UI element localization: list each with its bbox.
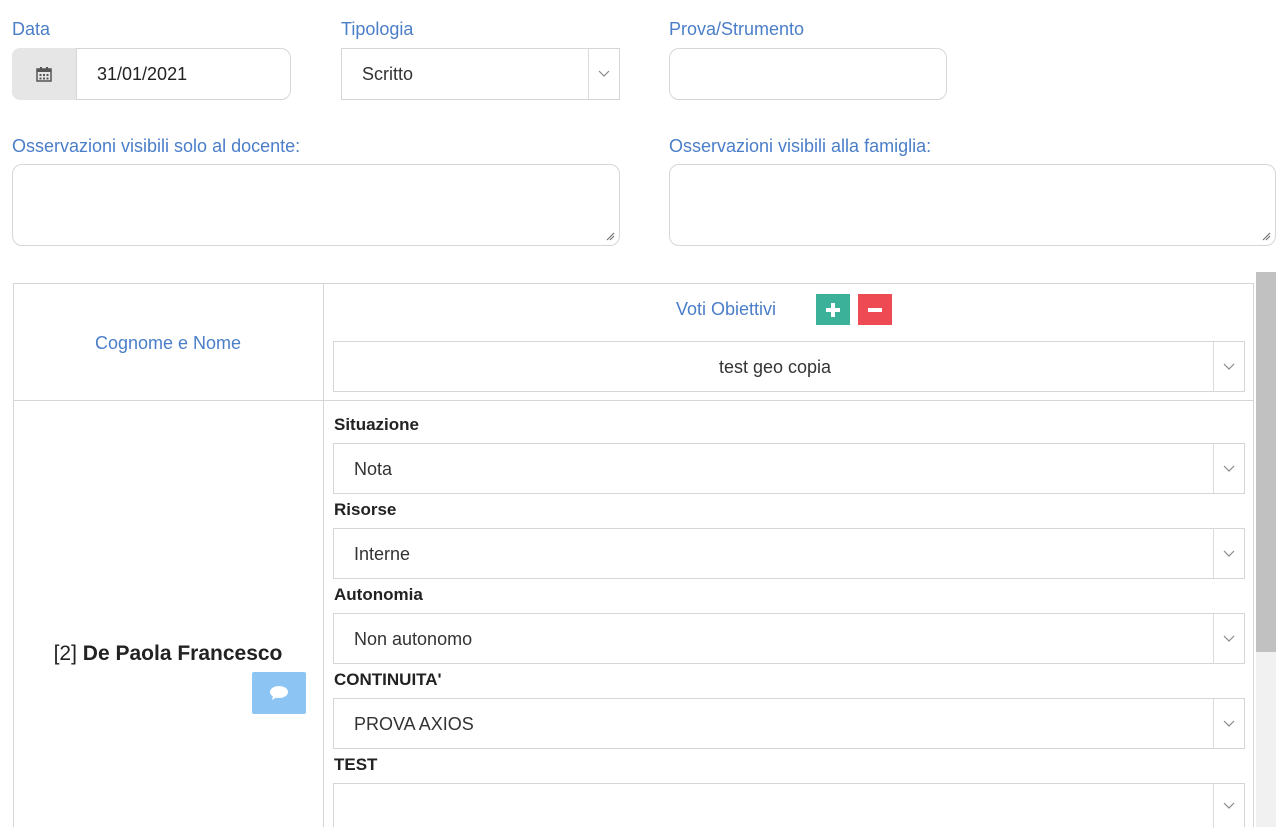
continuita-select[interactable]: PROVA AXIOS — [333, 698, 1245, 749]
calendar-button[interactable] — [12, 48, 76, 100]
student-name: De Paola Francesco — [82, 642, 283, 665]
date-input[interactable]: 31/01/2021 — [76, 48, 291, 100]
obs-docente-textarea[interactable] — [12, 164, 620, 246]
objective-select[interactable]: test geo copia — [333, 341, 1245, 392]
minus-icon — [868, 307, 882, 312]
autonomia-select[interactable]: Non autonomo — [333, 613, 1245, 664]
situazione-select[interactable]: Nota — [333, 443, 1245, 494]
prova-label: Prova/Strumento — [669, 19, 805, 39]
obs-docente-label: Osservazioni visibili solo al docente: — [12, 136, 301, 156]
autonomia-value: Non autonomo — [354, 629, 473, 649]
field-title-test: TEST — [334, 755, 378, 774]
chevron-down-icon — [588, 49, 619, 99]
calendar-icon — [36, 67, 52, 82]
field-title-risorse: Risorse — [334, 500, 397, 519]
data-label: Data — [12, 19, 51, 39]
obs-famiglia-textarea[interactable] — [669, 164, 1276, 246]
tipologia-label: Tipologia — [341, 19, 414, 39]
obs-famiglia-label: Osservazioni visibili alla famiglia: — [669, 136, 932, 156]
tipologia-select[interactable]: Scritto — [341, 48, 620, 100]
scrollbar-thumb[interactable] — [1256, 272, 1276, 652]
field-title-situazione: Situazione — [334, 415, 420, 434]
continuita-value: PROVA AXIOS — [354, 714, 474, 734]
risorse-select[interactable]: Interne — [333, 528, 1245, 579]
student-name-cell: [2] De Paola Francesco — [13, 642, 323, 666]
student-index: [2] — [53, 642, 77, 665]
objective-value: test geo copia — [718, 357, 832, 377]
tipologia-value: Scritto — [362, 64, 414, 84]
prova-input[interactable] — [669, 48, 947, 100]
resize-grip-icon[interactable] — [605, 231, 615, 241]
voti-obiettivi-header: Voti Obiettivi — [676, 299, 777, 319]
situazione-value: Nota — [354, 459, 393, 479]
comment-icon — [270, 686, 288, 700]
chevron-down-icon — [1213, 444, 1244, 493]
resize-grip-icon[interactable] — [1261, 231, 1271, 241]
add-objective-button[interactable] — [816, 294, 850, 325]
field-title-autonomia: Autonomia — [334, 585, 423, 604]
test-select[interactable] — [333, 783, 1245, 828]
comment-button[interactable] — [252, 672, 306, 714]
field-title-continuita: CONTINUITA' — [334, 670, 442, 689]
remove-objective-button[interactable] — [858, 294, 892, 325]
risorse-value: Interne — [354, 544, 411, 564]
chevron-down-icon — [1213, 699, 1244, 748]
plus-icon — [826, 302, 840, 317]
chevron-down-icon — [1213, 529, 1244, 578]
chevron-down-icon — [1213, 342, 1244, 391]
name-column-header: Cognome e Nome — [94, 333, 242, 353]
chevron-down-icon — [1213, 784, 1244, 828]
chevron-down-icon — [1213, 614, 1244, 663]
